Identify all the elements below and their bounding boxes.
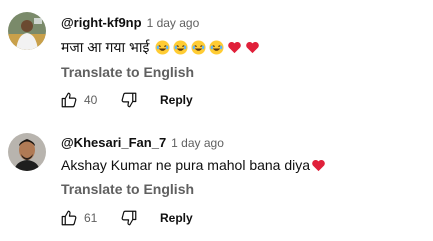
comment-text: मजा आ गया भाई [61, 38, 260, 57]
like-count: 40 [84, 93, 98, 107]
comment-text-content: Akshay Kumar ne pura mahol bana diya [61, 157, 311, 173]
comment-timestamp[interactable]: 1 day ago [171, 136, 224, 150]
thumbs-up-icon [61, 92, 77, 108]
comment-actions: 40 Reply [60, 91, 193, 109]
comment-header: @right-kf9np 1 day ago [61, 15, 199, 30]
dislike-button[interactable] [120, 91, 138, 109]
like-button[interactable] [60, 91, 78, 109]
like-count: 61 [84, 211, 98, 225]
thumbs-down-icon [121, 210, 137, 226]
reply-button[interactable]: Reply [160, 211, 193, 225]
avatar-image [8, 12, 46, 50]
reply-button[interactable]: Reply [160, 93, 193, 107]
comment-item: @right-kf9np 1 day ago मजा आ गया भाई Tra… [0, 0, 433, 120]
thumbs-up-icon [61, 210, 77, 226]
red-heart-icon [311, 158, 326, 173]
comment-text-content: मजा आ गया भाई [61, 39, 150, 55]
comment-actions: 61 Reply [60, 209, 193, 227]
emoji-group [311, 158, 326, 173]
dislike-button[interactable] [120, 209, 138, 227]
avatar[interactable] [8, 133, 46, 171]
laughing-face-icon [155, 40, 170, 55]
red-heart-icon [245, 40, 260, 55]
avatar[interactable] [8, 12, 46, 50]
comment-header: @Khesari_Fan_7 1 day ago [61, 135, 224, 150]
comment-author[interactable]: @right-kf9np [61, 15, 142, 30]
emoji-group [155, 40, 260, 55]
comment-text: Akshay Kumar ne pura mahol bana diya [61, 157, 326, 173]
red-heart-icon [227, 40, 242, 55]
comment-author[interactable]: @Khesari_Fan_7 [61, 135, 166, 150]
translate-button[interactable]: Translate to English [61, 64, 194, 80]
comment-item: @Khesari_Fan_7 1 day ago Akshay Kumar ne… [0, 120, 433, 240]
like-button[interactable] [60, 209, 78, 227]
translate-button[interactable]: Translate to English [61, 181, 194, 197]
thumbs-down-icon [121, 92, 137, 108]
avatar-image [8, 133, 46, 171]
laughing-face-icon [191, 40, 206, 55]
laughing-face-icon [209, 40, 224, 55]
laughing-face-icon [173, 40, 188, 55]
comment-timestamp[interactable]: 1 day ago [147, 16, 200, 30]
